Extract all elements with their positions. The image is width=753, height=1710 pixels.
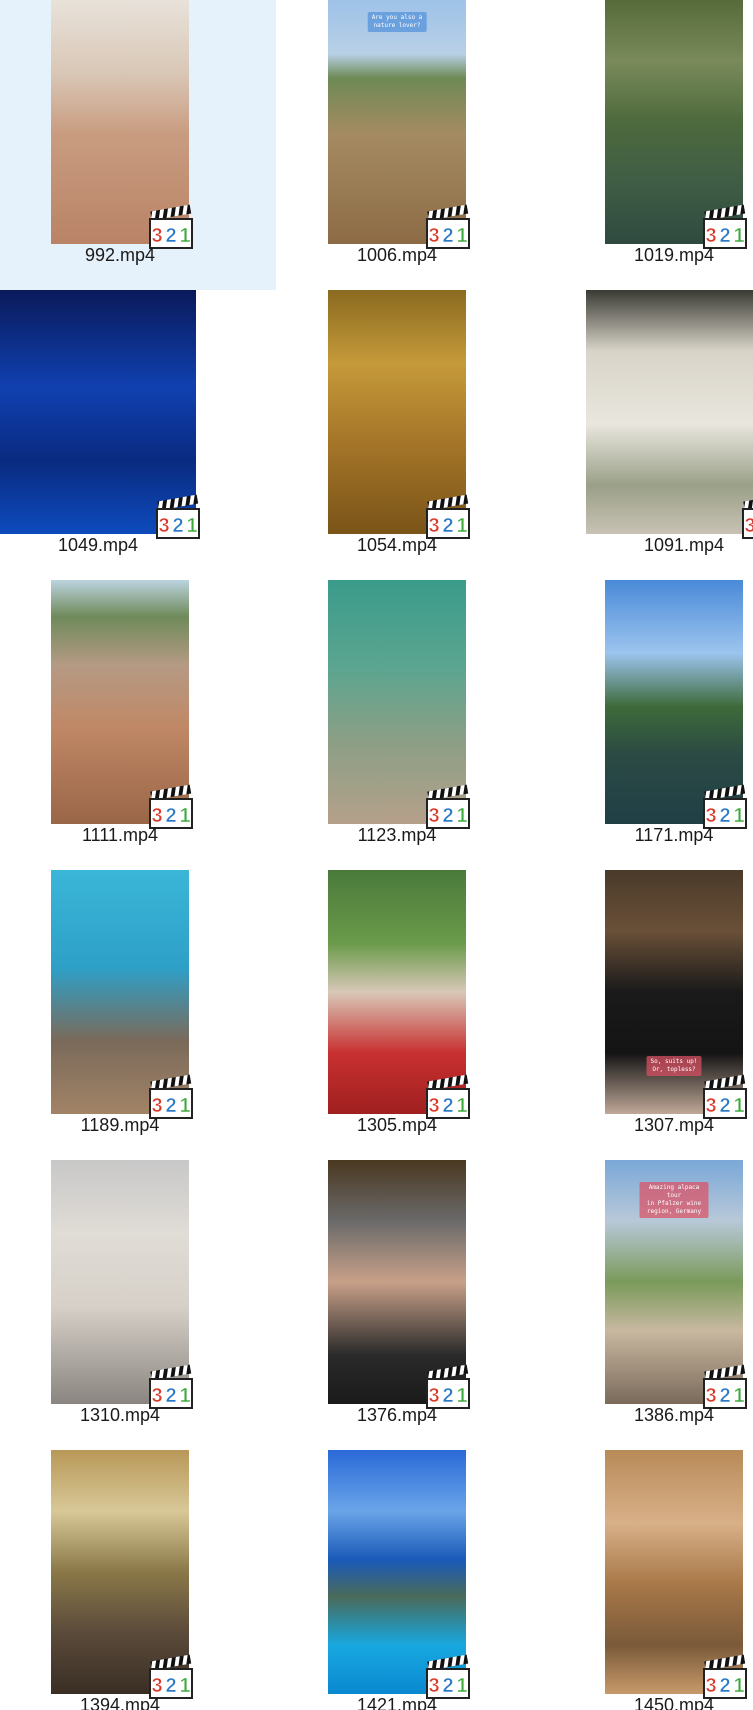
file-item[interactable]: 3 2 1 1376.mp4 [277, 1160, 553, 1450]
thumbnail-image [586, 290, 753, 534]
file-name-label: 1019.mp4 [633, 245, 715, 265]
file-item[interactable]: 3 2 1 1123.mp4 [277, 580, 553, 870]
file-name-label: 1450.mp4 [633, 1695, 715, 1710]
file-item[interactable]: 3211091.mp4 [554, 290, 753, 580]
file-name-label: 1049.mp4 [57, 535, 139, 555]
file-grid: 3 2 1 992.mp4 Are you also a nature lover? 3 2… [0, 0, 753, 1710]
file-name-label: 1305.mp4 [356, 1115, 438, 1135]
file-name-label: 1171.mp4 [634, 825, 714, 845]
file-item[interactable]: 3 2 1 1305.mp4 [277, 870, 553, 1160]
file-item[interactable]: 3 2 1 1189.mp4 [0, 870, 276, 1160]
file-item[interactable]: 3 2 1 992.mp4 [0, 0, 276, 290]
file-item[interactable]: So, suits up! Or, topless? 3 2 1 1307.mp4 [554, 870, 753, 1160]
thumbnail-caption: Amazing alpaca tour in Pfalzer wine regi… [639, 1182, 709, 1218]
file-name-label: 1307.mp4 [633, 1115, 715, 1135]
file-name-label: 1394.mp4 [79, 1695, 161, 1710]
file-item[interactable]: 3 2 1 1049.mp4 [0, 290, 276, 580]
file-item[interactable]: 3 2 1 1171.mp4 [554, 580, 753, 870]
file-item[interactable]: 3 2 1 1054.mp4 [277, 290, 553, 580]
file-item[interactable]: 3 2 1 1111.mp4 [0, 580, 276, 870]
file-name-label: 1310.mp4 [79, 1405, 161, 1425]
file-item[interactable]: 3 2 1 1394.mp4 [0, 1450, 276, 1710]
file-item[interactable]: 3 2 1 1421.mp4 [277, 1450, 553, 1710]
file-item[interactable]: 3 2 1 1450.mp4 [554, 1450, 753, 1710]
file-item[interactable]: Are you also a nature lover? 3 2 1 1006.mp4 [277, 0, 553, 290]
thumbnail-caption: So, suits up! Or, topless? [646, 1056, 702, 1076]
file-name-label: 1189.mp4 [80, 1115, 160, 1135]
file-name-label: 1386.mp4 [633, 1405, 715, 1425]
file-item[interactable]: Amazing alpaca tour in Pfalzer wine regi… [554, 1160, 753, 1450]
file-item[interactable]: 3 2 1 1310.mp4 [0, 1160, 276, 1450]
file-name-label: 1123.mp4 [357, 825, 437, 845]
file-name-label: 1054.mp4 [356, 535, 438, 555]
file-name-label: 1111.mp4 [81, 825, 159, 845]
file-name-label: 1006.mp4 [356, 245, 438, 265]
file-name-label: 1376.mp4 [356, 1405, 438, 1425]
file-item[interactable]: 3 2 1 1019.mp4 [554, 0, 753, 290]
file-name-label: 992.mp4 [84, 245, 156, 265]
file-name-label: 1091.mp4 [643, 535, 725, 555]
file-name-label: 1421.mp4 [356, 1695, 438, 1710]
villa-thumbnail[interactable] [586, 290, 753, 534]
thumbnail-caption: Are you also a nature lover? [367, 12, 427, 32]
